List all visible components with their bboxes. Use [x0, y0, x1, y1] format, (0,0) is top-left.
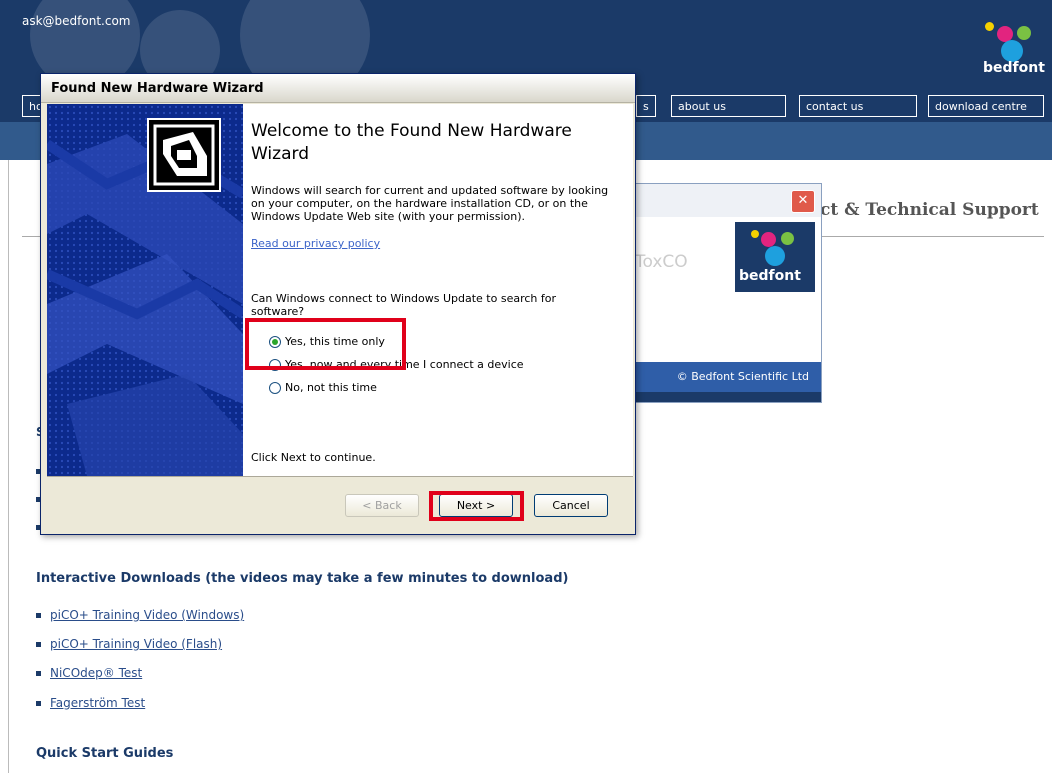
download-link[interactable]: Fagerström Test	[36, 696, 145, 710]
wizard-content: Welcome to the Found New Hardware Wizard…	[243, 104, 633, 476]
logo-wordmark: bedfont	[983, 60, 1045, 76]
background-dialog: ✕ ToxCO bedfont © Bedfont Scientific Ltd	[620, 183, 822, 403]
nav-download-centre[interactable]: download centre	[928, 95, 1044, 117]
button-bar-divider	[47, 476, 633, 477]
continue-instruction: Click Next to continue.	[251, 451, 376, 464]
download-link-label[interactable]: piCO+ Training Video (Windows)	[50, 608, 244, 622]
hardware-chip-icon	[147, 118, 221, 192]
bullet-square	[36, 642, 41, 647]
nav-about-us[interactable]: about us	[671, 95, 786, 117]
page-heading: ct & Technical Support	[820, 200, 1039, 220]
content-border	[8, 160, 9, 773]
cancel-button[interactable]: Cancel	[534, 494, 608, 517]
privacy-policy-link[interactable]: Read our privacy policy	[251, 237, 380, 250]
interactive-downloads-title: Interactive Downloads (the videos may ta…	[36, 571, 569, 586]
download-link[interactable]: piCO+ Training Video (Flash)	[36, 637, 222, 651]
download-link[interactable]: piCO+ Training Video (Windows)	[36, 608, 244, 622]
highlight-box-next	[429, 491, 524, 521]
wizard-question: Can Windows connect to Windows Update to…	[251, 292, 557, 318]
download-link-label[interactable]: NiCOdep® Test	[50, 666, 142, 680]
found-new-hardware-wizard: Found New Hardware Wizard Welcome to the…	[40, 73, 636, 535]
bullet-square	[36, 613, 41, 618]
close-icon[interactable]: ✕	[791, 190, 815, 213]
nav-partial[interactable]: s	[636, 95, 656, 117]
wizard-sidebar-graphic	[47, 104, 243, 476]
radio-unselected-icon[interactable]	[269, 382, 281, 394]
nav-contact-us[interactable]: contact us	[799, 95, 917, 117]
download-link[interactable]: NiCOdep® Test	[36, 666, 142, 680]
download-link-label[interactable]: Fagerström Test	[50, 696, 145, 710]
bedfont-logo[interactable]: bedfont	[983, 20, 1045, 84]
back-button[interactable]: < Back	[345, 494, 419, 517]
wizard-heading: Welcome to the Found New Hardware Wizard	[251, 121, 572, 164]
bedfont-logo: bedfont	[735, 222, 815, 292]
radio-label: No, not this time	[285, 381, 377, 394]
wizard-description: Windows will search for current and upda…	[251, 184, 609, 223]
bullet-square	[36, 671, 41, 676]
download-link-label[interactable]: piCO+ Training Video (Flash)	[50, 637, 222, 651]
wizard-title: Found New Hardware Wizard	[51, 81, 264, 96]
bullet-square	[36, 701, 41, 706]
product-name: ToxCO	[635, 252, 688, 272]
radio-no[interactable]: No, not this time	[269, 381, 377, 394]
wizard-titlebar[interactable]: Found New Hardware Wizard	[41, 74, 635, 103]
logo-wordmark: bedfont	[739, 268, 801, 284]
quick-start-title: Quick Start Guides	[36, 746, 174, 761]
highlight-box-option	[245, 318, 406, 370]
contact-email[interactable]: ask@bedfont.com	[22, 14, 131, 28]
copyright-text: © Bedfont Scientific Ltd	[621, 362, 821, 392]
